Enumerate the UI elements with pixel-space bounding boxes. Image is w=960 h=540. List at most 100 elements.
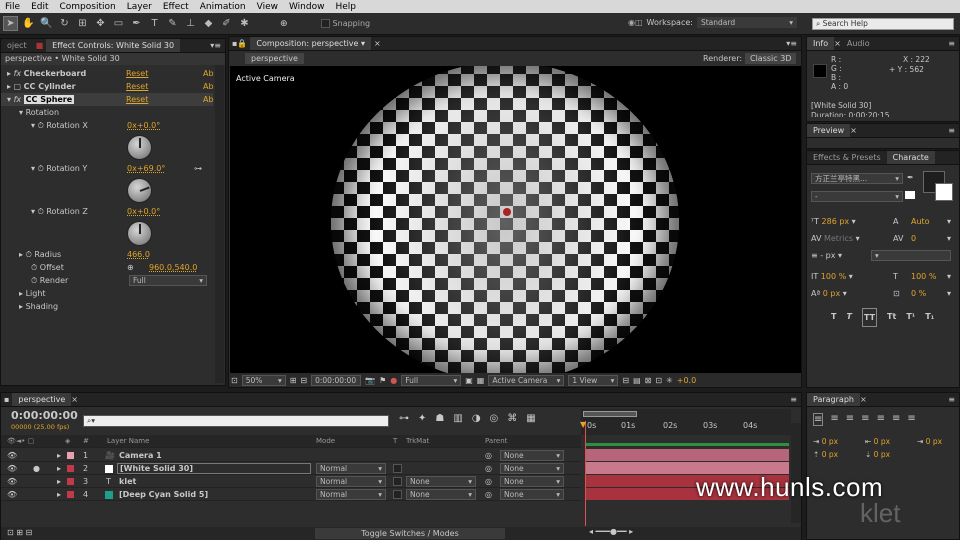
- color-channel-icon[interactable]: ●: [390, 376, 397, 385]
- stopwatch-icon[interactable]: ⏱: [26, 250, 32, 259]
- render-icon[interactable]: ▦: [526, 413, 535, 424]
- stopwatch-icon[interactable]: ⏱: [38, 164, 44, 173]
- mode-select[interactable]: Normal ▾: [316, 489, 386, 500]
- scrollbar[interactable]: [215, 65, 224, 383]
- menu-help[interactable]: Help: [330, 2, 362, 12]
- layer-name[interactable]: Camera 1: [119, 449, 162, 462]
- type-tool-icon[interactable]: T: [147, 16, 162, 31]
- effect-row-checkerboard[interactable]: ▸ fx Checkerboard Reset Ab: [1, 67, 214, 80]
- safe-zones-icon[interactable]: ⊞: [290, 376, 297, 385]
- always-preview-icon[interactable]: ⊡: [231, 376, 238, 385]
- rotation-z-value[interactable]: 0x+0.0°: [127, 205, 160, 218]
- leading-value[interactable]: Auto: [911, 213, 930, 230]
- clone-tool-icon[interactable]: ⊥: [183, 16, 198, 31]
- tab-composition[interactable]: Composition: perspective ▾: [250, 37, 372, 50]
- all-caps-button[interactable]: TT: [861, 308, 878, 327]
- layer-color-label[interactable]: [67, 452, 74, 459]
- camera-view-select[interactable]: Active Camera ▾: [488, 374, 565, 386]
- panel-menu-icon[interactable]: ≡: [948, 126, 959, 135]
- panel-close-icon[interactable]: ■: [33, 41, 47, 50]
- pickwhip-icon[interactable]: ◎: [485, 475, 492, 488]
- menu-edit[interactable]: Edit: [26, 2, 54, 12]
- space-before-value[interactable]: 0 px: [822, 450, 838, 459]
- mode-select[interactable]: Normal ▾: [316, 463, 386, 474]
- align-right-icon[interactable]: ≡: [846, 413, 854, 426]
- stopwatch-icon[interactable]: ⏱: [38, 121, 44, 130]
- tab-preview[interactable]: Preview: [807, 124, 851, 137]
- reset-link[interactable]: Reset: [126, 67, 148, 80]
- tab-effects-presets[interactable]: Effects & Presets: [807, 151, 887, 164]
- fast-previews-icon[interactable]: ▤: [633, 376, 641, 385]
- faux-italic-button[interactable]: T: [846, 308, 851, 327]
- small-caps-button[interactable]: Tt: [887, 308, 896, 327]
- rotation-x-dial[interactable]: [127, 135, 152, 160]
- justify-right-icon[interactable]: ≡: [892, 413, 900, 426]
- font-style-select[interactable]: - ▾: [811, 191, 903, 202]
- panel-options-icon[interactable]: ▾≡: [786, 39, 801, 48]
- comp-tab-perspective[interactable]: perspective: [245, 53, 304, 64]
- graph-editor-icon[interactable]: ◎: [490, 413, 499, 424]
- horizontal-scale-value[interactable]: 100 %: [911, 268, 936, 285]
- effect-row-cc-sphere[interactable]: ▾ fx CC Sphere Reset Ab: [1, 93, 214, 106]
- stroke-style-select[interactable]: ▾: [871, 250, 951, 261]
- align-center-icon[interactable]: ≡: [830, 413, 838, 426]
- tab-timeline-perspective[interactable]: perspective: [12, 393, 72, 406]
- parent-select[interactable]: None ▾: [500, 476, 564, 487]
- font-family-select[interactable]: 方正兰亭特黑... ▾: [811, 173, 903, 184]
- menu-layer[interactable]: Layer: [122, 2, 158, 12]
- menu-file[interactable]: File: [0, 2, 26, 12]
- view-layout-select[interactable]: 1 View ▾: [568, 374, 619, 386]
- rotation-z-dial[interactable]: [127, 221, 152, 246]
- timeline-icon[interactable]: ⊠: [645, 376, 652, 385]
- zoom-select[interactable]: 50% ▾: [241, 374, 286, 386]
- white-swatch[interactable]: [905, 191, 915, 199]
- shading-group[interactable]: ▸ Shading: [19, 300, 58, 313]
- preserve-transparency-checkbox[interactable]: [393, 490, 402, 499]
- layer-name[interactable]: klet: [119, 475, 136, 488]
- font-size-value[interactable]: 286 px: [822, 217, 850, 226]
- timeline-timecode[interactable]: 0:00:00:00: [11, 409, 78, 422]
- justify-center-icon[interactable]: ≡: [877, 413, 885, 426]
- shy-layers-icon[interactable]: ☗: [435, 413, 444, 424]
- snapshot-icon[interactable]: 📷: [365, 376, 375, 385]
- stroke-width-value[interactable]: - px: [820, 251, 835, 260]
- rectangle-tool-icon[interactable]: ▭: [111, 16, 126, 31]
- workspace-select[interactable]: Standard ▾: [696, 17, 797, 28]
- layer-color-label[interactable]: [67, 478, 74, 485]
- trkmat-select[interactable]: None ▾: [406, 476, 476, 487]
- parent-select[interactable]: None ▾: [500, 489, 564, 500]
- subscript-button[interactable]: T₁: [925, 308, 934, 327]
- pickwhip-icon[interactable]: ◎: [485, 449, 492, 462]
- tab-info[interactable]: Info: [807, 37, 835, 50]
- selection-tool-icon[interactable]: ➤: [3, 16, 18, 31]
- transparency-grid-icon[interactable]: ▦: [477, 376, 485, 385]
- motion-blur-icon[interactable]: ◑: [472, 413, 481, 424]
- toggle-switches-modes-button[interactable]: Toggle Switches / Modes: [315, 528, 505, 539]
- brainstorm-icon[interactable]: ⌘: [507, 413, 517, 424]
- pickwhip-icon[interactable]: ◎: [485, 488, 492, 501]
- reset-link[interactable]: Reset: [126, 93, 148, 106]
- pan-behind-tool-icon[interactable]: ✥: [93, 16, 108, 31]
- superscript-button[interactable]: T¹: [906, 308, 915, 327]
- render-select[interactable]: Full ▾: [129, 275, 207, 286]
- renderer-button[interactable]: Classic 3D: [745, 53, 797, 64]
- rotation-group[interactable]: ▾ Rotation: [19, 106, 59, 119]
- panel-menu-icon[interactable]: ≡: [948, 395, 959, 404]
- align-left-icon[interactable]: ≡: [813, 413, 824, 426]
- table-row[interactable]: 👁 ▸ 1 🎥 Camera 1 ◎ None ▾: [1, 449, 581, 462]
- preserve-transparency-checkbox[interactable]: [393, 477, 402, 486]
- tab-audio[interactable]: Audio: [841, 37, 876, 50]
- timeline-search-input[interactable]: ⌕▾: [83, 415, 389, 427]
- justify-all-icon[interactable]: ≡: [907, 413, 915, 426]
- flowchart-icon[interactable]: ⊡: [655, 376, 662, 385]
- effect-row-cc-cylinder[interactable]: ▸ ▢ CC Cylinder Reset Ab: [1, 80, 214, 93]
- radius-value[interactable]: 466.0: [127, 248, 150, 261]
- stroke-color-swatch[interactable]: [935, 183, 953, 201]
- offset-value[interactable]: 960.0,540.0: [149, 261, 197, 274]
- work-area-bar[interactable]: [583, 411, 637, 417]
- stopwatch-icon[interactable]: ⏱: [31, 276, 37, 285]
- tab-character[interactable]: Characte: [886, 151, 935, 164]
- stopwatch-icon[interactable]: ⏱: [38, 207, 44, 216]
- vertical-scale-value[interactable]: 100 %: [821, 272, 846, 281]
- about-link[interactable]: Ab: [203, 67, 214, 80]
